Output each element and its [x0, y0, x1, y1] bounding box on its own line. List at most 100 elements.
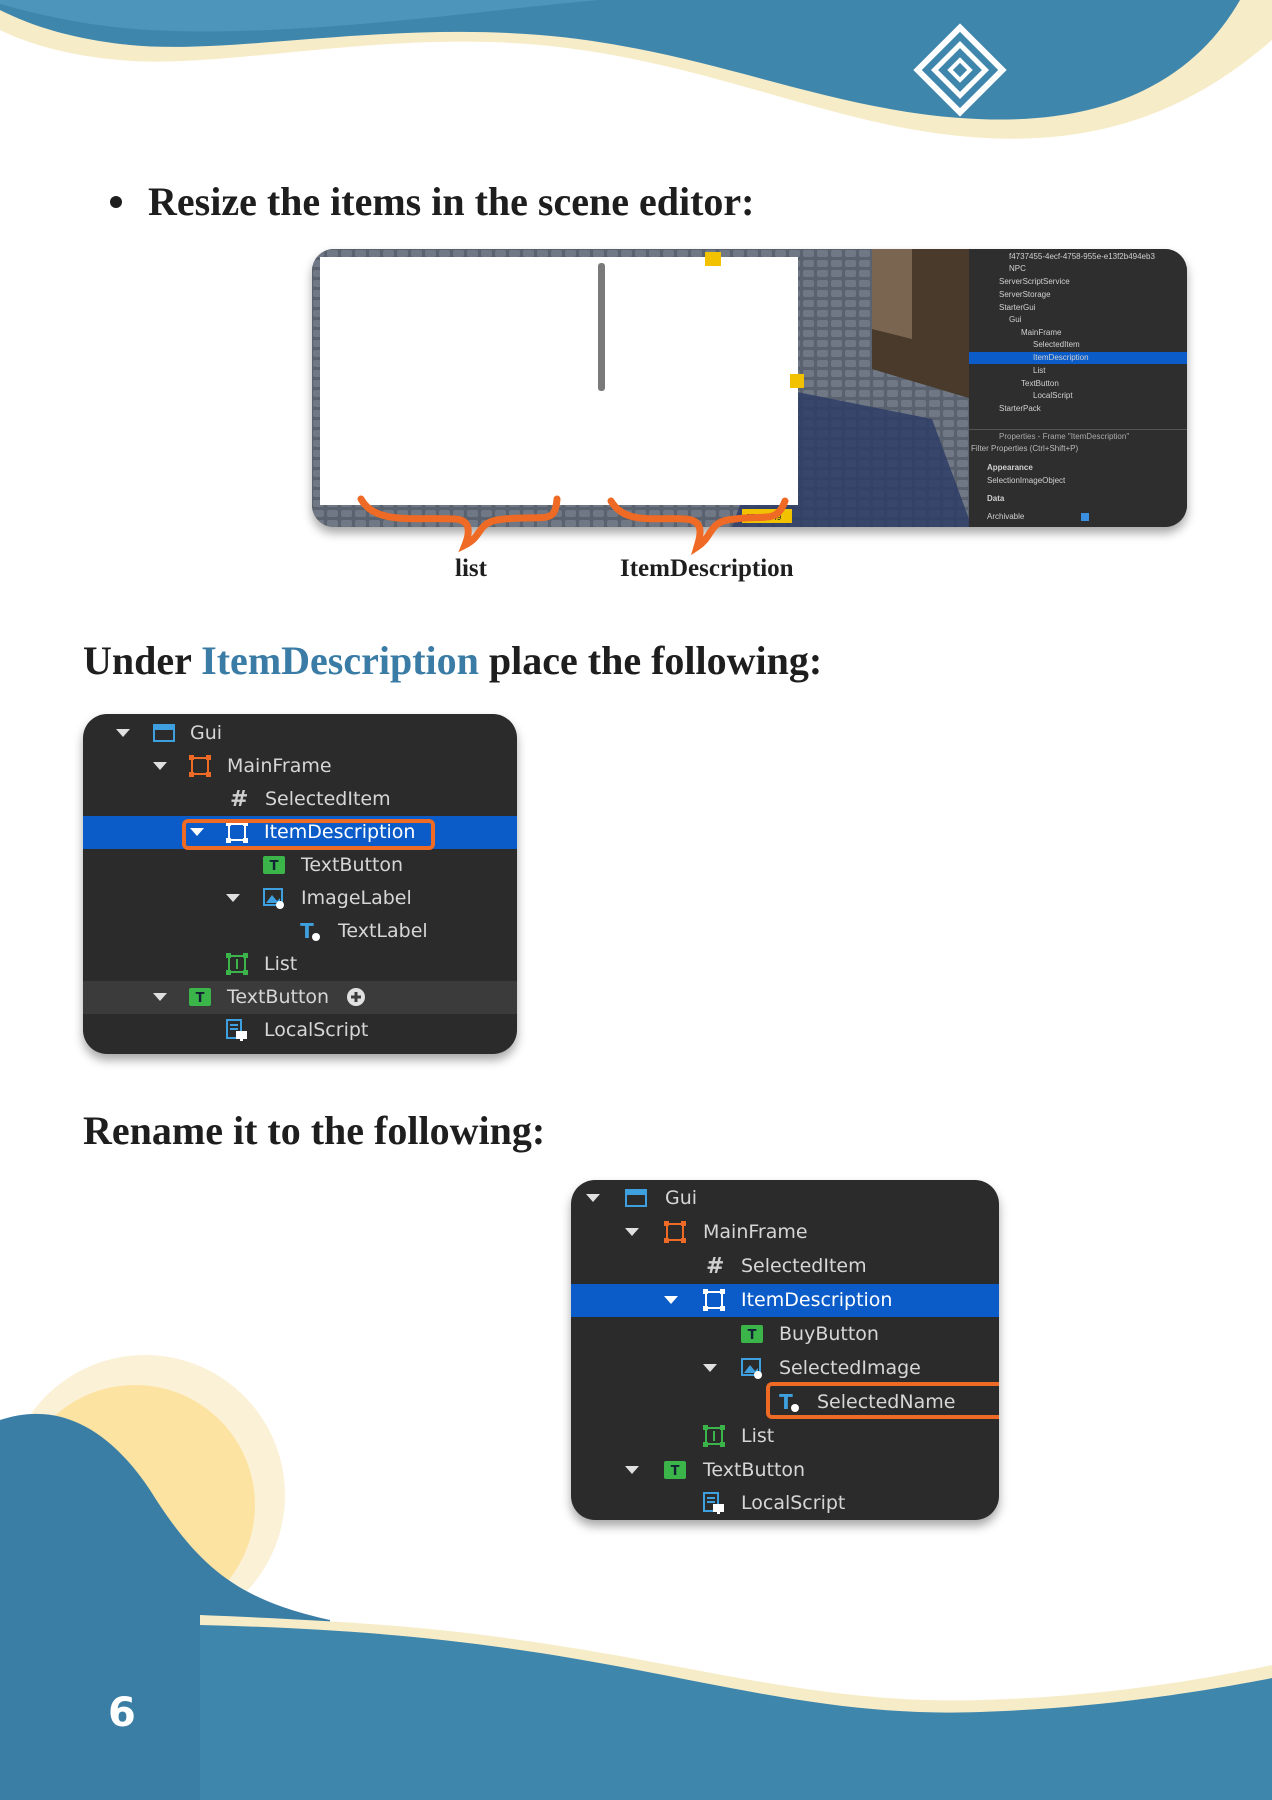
imagelabel-icon	[741, 1358, 762, 1379]
tree-row-localscript[interactable]: LocalScript	[571, 1487, 999, 1520]
expand-arrow-icon[interactable]	[625, 1466, 639, 1474]
tree-row-textbutton-root[interactable]: T TextButton	[571, 1454, 999, 1487]
svg-text:T: T	[196, 991, 205, 1006]
tree-label: SelectedItem	[741, 1255, 867, 1277]
tree-row-mainframe[interactable]: MainFrame	[571, 1216, 999, 1249]
tree-label: List	[264, 953, 298, 975]
expand-arrow-icon[interactable]	[664, 1296, 678, 1304]
panel-row[interactable]: TextButton	[1021, 378, 1059, 390]
list-frame-preview	[320, 257, 605, 505]
panel-row[interactable]: MainFrame	[1021, 327, 1061, 339]
tree-row-textbutton[interactable]: T TextButton	[83, 849, 517, 882]
heading-suffix: place the following:	[478, 638, 823, 683]
hash-icon: #	[230, 787, 249, 812]
expand-arrow-icon[interactable]	[153, 993, 167, 1001]
panel-row[interactable]: SelectedItem	[1033, 339, 1080, 351]
svg-text:T: T	[748, 1328, 757, 1343]
tree-row-selecteditem[interactable]: # SelectedItem	[83, 783, 517, 816]
tree-row-textbutton-root[interactable]: T TextButton	[83, 981, 517, 1014]
textbutton-icon: T	[664, 1461, 686, 1479]
brace-itemdescription	[607, 497, 789, 555]
archivable-prop[interactable]: Archivable	[987, 511, 1024, 523]
screengui-icon	[153, 724, 175, 742]
panel-row[interactable]: List	[1033, 365, 1045, 377]
tree-label: SelectedItem	[265, 788, 391, 810]
tree-label: Gui	[190, 722, 223, 744]
tree-label: ItemDescription	[741, 1289, 893, 1311]
tree-row-list[interactable]: List	[83, 948, 517, 981]
bullet-instruction: Resize the items in the scene editor:	[110, 178, 754, 225]
textbutton-icon: T	[263, 856, 285, 874]
highlight-box-itemdescription	[182, 819, 435, 850]
tree-row-selecteditem[interactable]: # SelectedItem	[571, 1250, 999, 1283]
tree-label: TextButton	[227, 986, 330, 1008]
panel-row[interactable]: Gui	[1009, 314, 1021, 326]
panel-row-selected[interactable]: ItemDescription	[969, 352, 1187, 364]
imagelabel-icon	[263, 888, 284, 909]
expand-arrow-icon[interactable]	[703, 1364, 717, 1372]
selection-image-prop[interactable]: SelectionImageObject	[987, 475, 1065, 487]
scrollingframe-icon	[703, 1425, 725, 1447]
tree-row-mainframe[interactable]: MainFrame	[83, 750, 517, 783]
heading-accent: ItemDescription	[201, 638, 479, 683]
tree-label: MainFrame	[703, 1221, 808, 1243]
tree-row-buybutton[interactable]: T BuyButton	[571, 1318, 999, 1351]
tree-label: LocalScript	[264, 1019, 369, 1041]
bottom-wave-blue	[200, 1625, 1272, 1800]
tree-row-imagelabel[interactable]: ImageLabel	[83, 882, 517, 915]
frame-icon	[189, 755, 211, 777]
expand-arrow-icon[interactable]	[586, 1194, 600, 1202]
screengui-icon	[625, 1189, 647, 1207]
localscript-icon	[226, 1019, 247, 1041]
heading-under-itemdescription: Under ItemDescription place the followin…	[83, 637, 822, 684]
explorer-tree-after: Gui MainFrame # SelectedItem ItemDescrip…	[571, 1180, 999, 1520]
panel-row[interactable]: ServerStorage	[999, 289, 1051, 301]
panel-row[interactable]: NPC	[1009, 263, 1026, 275]
scrollingframe-icon	[226, 953, 248, 975]
expand-arrow-icon[interactable]	[625, 1228, 639, 1236]
tree-label: BuyButton	[779, 1323, 879, 1345]
tree-label: TextButton	[301, 854, 404, 876]
properties-title: Properties - Frame "ItemDescription"	[999, 432, 1130, 441]
tree-label: Gui	[665, 1187, 698, 1209]
tree-label: List	[741, 1425, 775, 1447]
bullet-text: Resize the items in the scene editor:	[148, 179, 755, 224]
tree-label: LocalScript	[741, 1492, 846, 1514]
itemdescription-frame-preview	[605, 257, 798, 505]
page-number: 6	[108, 1690, 136, 1736]
tree-row-localscript[interactable]: LocalScript	[83, 1014, 517, 1047]
expand-arrow-icon[interactable]	[226, 894, 240, 902]
add-child-icon[interactable]	[346, 987, 366, 1007]
tree-row-gui[interactable]: Gui	[83, 717, 517, 750]
tree-row-selectedimage[interactable]: SelectedImage	[571, 1352, 999, 1385]
panel-row[interactable]: StarterPack	[999, 403, 1041, 415]
panel-row[interactable]: ServerScriptService	[999, 276, 1070, 288]
frame-icon	[703, 1289, 725, 1311]
explorer-tree-before: Gui MainFrame # SelectedItem ItemDescrip…	[83, 714, 517, 1054]
panel-row[interactable]: LocalScript	[1033, 390, 1073, 402]
tree-label: ImageLabel	[301, 887, 412, 909]
filter-properties-input[interactable]: Filter Properties (Ctrl+Shift+P)	[971, 443, 1078, 455]
textbutton-icon: T	[741, 1325, 763, 1343]
expand-arrow-icon[interactable]	[153, 762, 167, 770]
localscript-icon	[703, 1492, 724, 1514]
tree-row-gui[interactable]: Gui	[571, 1182, 999, 1215]
archivable-checkbox[interactable]	[1081, 513, 1089, 521]
bullet-dot-icon	[110, 195, 122, 208]
tree-row-itemdescription[interactable]: ItemDescription	[571, 1284, 999, 1317]
panel-row[interactable]: StarterGui	[999, 302, 1035, 314]
tree-row-textlabel[interactable]: T TextLabel	[83, 915, 517, 948]
scene-editor-screenshot: 272 x 349 f4737455-4ecf-4758-955e-e13f2b…	[312, 249, 1187, 527]
appearance-section[interactable]: Appearance	[987, 462, 1033, 474]
heading-prefix: Under	[83, 638, 202, 683]
caption-list: list	[455, 555, 487, 582]
panel-row[interactable]: f4737455-4ecf-4758-955e-e13f2b494eb3	[1009, 251, 1155, 263]
data-section[interactable]: Data	[987, 493, 1004, 505]
explorer-panel: f4737455-4ecf-4758-955e-e13f2b494eb3 NPC…	[969, 249, 1187, 527]
tree-row-list[interactable]: List	[571, 1420, 999, 1453]
tree-label: MainFrame	[227, 755, 332, 777]
expand-arrow-icon[interactable]	[116, 729, 130, 737]
brace-list	[357, 495, 561, 553]
brace-annotations	[357, 495, 789, 555]
svg-text:T: T	[300, 920, 314, 942]
